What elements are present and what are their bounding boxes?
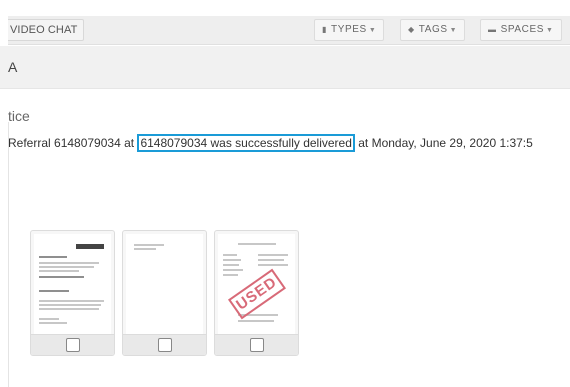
select-checkbox[interactable] (250, 338, 264, 352)
notice-suffix: at Monday, June 29, 2020 1:37:5 (354, 136, 533, 150)
left-divider (8, 122, 9, 387)
document-thumbnail[interactable] (122, 230, 207, 356)
used-stamp: USED (227, 268, 287, 320)
types-dropdown[interactable]: ▮ TYPES ▼ (314, 19, 385, 41)
caret-down-icon: ▼ (368, 27, 377, 34)
caret-down-icon: ▼ (546, 27, 554, 34)
tags-label: TAGS (418, 24, 448, 35)
caret-down-icon: ▼ (449, 27, 458, 34)
section-title: tice (8, 108, 30, 124)
document-panel: VIDEO CHAT ▮ TYPES ▼ ◆ TAGS ▼ ▬ SPACES ▼ A tic… (0, 0, 570, 387)
file-icon: ▮ (322, 25, 328, 34)
thumbnail-footer (31, 334, 114, 355)
thumbnail-footer (215, 334, 298, 355)
tags-dropdown[interactable]: ◆ TAGS ▼ (400, 19, 466, 41)
types-label: TYPES (331, 24, 367, 35)
spaces-dropdown[interactable]: ▬ SPACES ▼ (480, 19, 562, 41)
tag-icon: ◆ (408, 25, 415, 34)
document-thumbnail[interactable] (30, 230, 115, 356)
toolbar: VIDEO CHAT ▮ TYPES ▼ ◆ TAGS ▼ ▬ SPACES ▼ (8, 16, 570, 45)
highlighted-delivery-text: 6148079034 was successfully delivered (137, 134, 355, 152)
notice-text: Referral 6148079034 at 6148079034 was su… (8, 133, 570, 153)
document-page-preview (126, 234, 203, 334)
spaces-label: SPACES (500, 24, 545, 35)
notice-prefix: Referral 6148079034 at (8, 136, 138, 150)
document-thumbnail[interactable]: USED (214, 230, 299, 356)
select-checkbox[interactable] (66, 338, 80, 352)
record-header-row: A (0, 46, 570, 89)
thumbnail-footer (123, 334, 206, 355)
document-page-preview: USED (218, 234, 295, 334)
record-label: A (8, 59, 18, 75)
document-page-preview (34, 234, 111, 334)
select-checkbox[interactable] (158, 338, 172, 352)
folder-icon: ▬ (488, 25, 497, 34)
video-chat-button[interactable]: VIDEO CHAT (8, 19, 85, 41)
